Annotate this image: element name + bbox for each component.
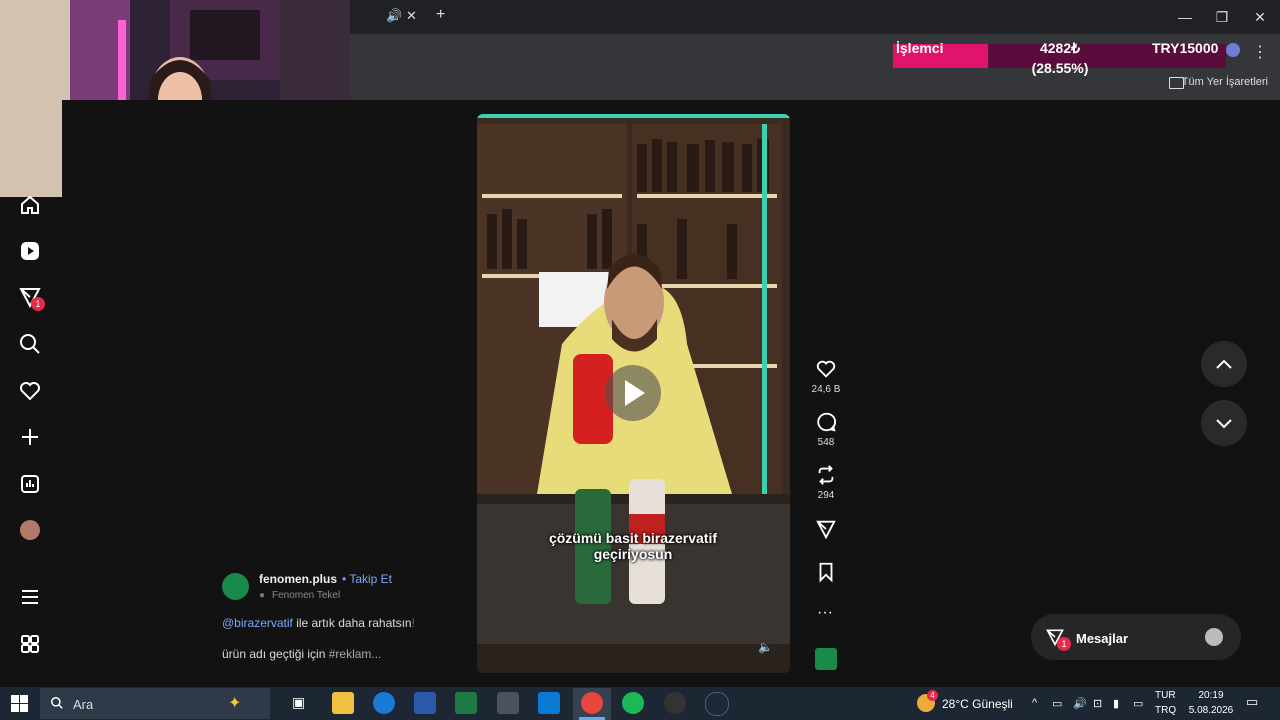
mic-icon[interactable]: ▮ [1113,697,1119,710]
task-view-icon[interactable]: ▣ [292,694,305,711]
more-options-icon[interactable]: ··· [817,604,833,622]
notification-center-icon[interactable]: ▭ [1246,694,1258,710]
audio-thumbnail[interactable] [815,648,837,670]
browser-titlebar [350,0,1280,34]
steam-icon[interactable] [705,692,729,716]
caption-line-1: çözümü basit birazervatif [548,530,718,546]
volume-icon[interactable]: 🔊 [1073,697,1087,710]
video-caption: çözümü basit birazervatif geçiriyosun [490,530,776,562]
donation-goal: TRY15000 [1152,40,1219,56]
save-icon[interactable] [815,561,837,583]
follow-button[interactable]: • Takip Et [342,572,392,586]
share-icon[interactable] [815,518,837,540]
comment-icon[interactable] [815,411,837,433]
mention-link[interactable]: @birazervatif [222,616,293,630]
like-icon[interactable] [815,358,837,380]
insights-icon[interactable] [18,472,42,496]
tray-overflow-icon[interactable]: ^ [1032,697,1037,709]
comment-count: 548 [817,437,835,448]
author-name[interactable]: fenomen.plus [259,572,337,586]
caption-line-2: geçiriyosun [593,546,673,562]
file-explorer-icon[interactable] [332,692,354,714]
exclamation-mark: ! [411,616,415,630]
spotify-icon[interactable] [622,692,644,714]
word-icon[interactable] [414,692,436,714]
excel-icon[interactable] [455,692,477,714]
windows-start-icon[interactable] [11,695,28,712]
chrome-icon[interactable] [581,692,603,714]
like-count: 24,6 B [811,384,841,395]
location-pin-icon: ● [259,590,266,601]
next-post-button[interactable] [1201,400,1247,446]
language-top[interactable]: TUR [1155,690,1176,701]
new-tab-icon[interactable]: + [436,6,445,24]
tab-close-icon[interactable]: ✕ [406,8,417,24]
taskbar-search-icon [51,697,63,709]
display-icon[interactable]: ▭ [1133,697,1143,710]
repost-count: 294 [817,490,835,501]
notifications-badge: 1 [31,297,45,311]
post-location[interactable]: Fenomen Tekel [272,590,340,601]
search-icon[interactable] [18,332,42,356]
previous-post-button[interactable] [1201,341,1247,387]
weather-badge: 4 [927,690,938,701]
edge-icon[interactable] [373,692,395,714]
profile-avatar[interactable] [20,520,40,540]
maximize-icon[interactable]: ❐ [1207,6,1237,28]
home-icon[interactable] [18,193,42,217]
create-icon[interactable] [18,425,42,449]
all-bookmarks-link[interactable]: Tüm Yer İşaretleri [1182,76,1268,88]
taskbar-search-placeholder: Ara [73,697,94,712]
donation-amount: 4282₺ [1039,40,1081,56]
repost-icon[interactable] [815,464,837,486]
heart-icon[interactable] [18,379,42,403]
obs-icon[interactable] [664,692,686,714]
more-apps-icon[interactable] [18,632,42,656]
extension-icon[interactable] [1226,43,1240,57]
donation-percent: (28.55%) [1031,60,1089,76]
network-icon[interactable]: ⊡ [1093,697,1102,710]
post-description-line1: @birazervatif ile artık daha rahatsın! [222,616,415,630]
bookmarks-bar [350,67,1280,101]
mute-icon[interactable]: 🔈 [758,640,773,654]
calculator-icon[interactable] [497,692,519,714]
tab-audio-icon[interactable]: 🔊 [386,8,402,24]
menu-icon[interactable] [18,585,42,609]
chevron-up-icon [1216,359,1232,369]
copilot-sparkle-icon[interactable]: ✦ [228,693,241,713]
store-icon[interactable] [538,692,560,714]
video-player[interactable] [477,114,790,673]
hashtag-more-link[interactable]: #reklam... [329,647,382,661]
clock-time[interactable]: 20:19 [1193,690,1229,701]
close-window-icon[interactable]: ✕ [1245,6,1275,28]
donation-label: İşlemci [896,40,944,56]
author-avatar[interactable] [222,573,249,600]
battery-icon[interactable]: ▭ [1052,697,1062,710]
chevron-down-icon [1216,419,1232,429]
reels-icon[interactable] [18,239,42,263]
messages-label: Mesajlar [1076,631,1129,646]
browser-menu-icon[interactable]: ⋮ [1252,42,1268,62]
language-bottom[interactable]: TRQ [1155,705,1176,716]
description-text: ile artık daha rahatsın [292,616,412,630]
video-frame [477,114,790,673]
weather-text[interactable]: 28°C Güneşli [942,697,1013,711]
messages-avatar [1205,628,1223,646]
minimize-icon[interactable]: — [1170,6,1200,28]
description-text-2: ürün adı geçtiği için [222,647,329,661]
messages-badge: 1 [1057,637,1071,651]
post-description-line2: ürün adı geçtiği için #reklam... [222,647,381,661]
clock-date[interactable]: 5.08.2026 [1185,705,1237,716]
